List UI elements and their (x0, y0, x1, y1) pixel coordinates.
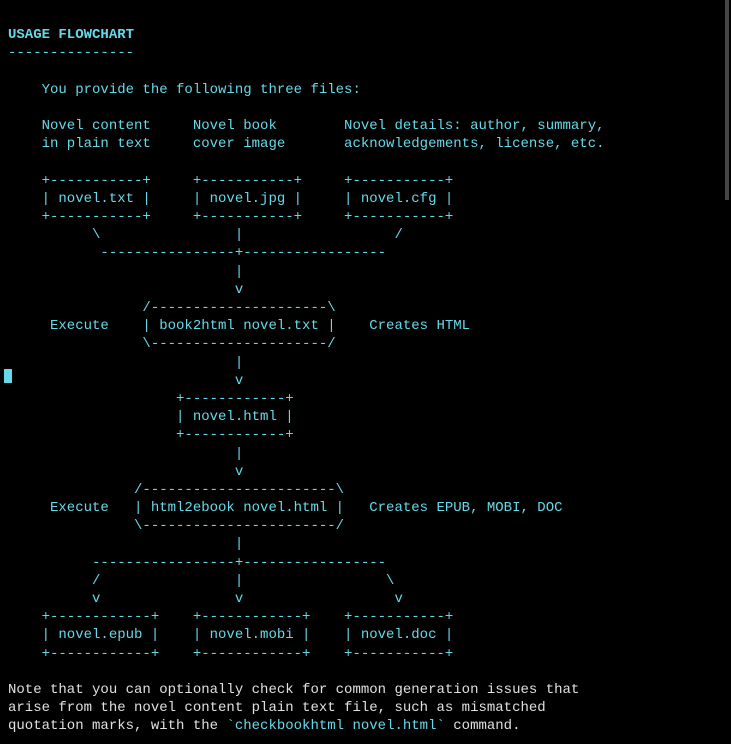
diagram-line: +-----------+ +-----------+ +-----------… (8, 209, 453, 225)
diagram-line: | (8, 264, 243, 280)
diagram-line: | (8, 536, 243, 552)
scrollbar-thumb[interactable] (725, 0, 729, 200)
inline-code-command: `checkbookhtml novel.html` (226, 718, 444, 734)
diagram-line: | (8, 446, 243, 462)
diagram-line: \ | / (8, 227, 403, 243)
diagram-line: -----------------+----------------- (8, 555, 386, 571)
diagram-line: v v v (8, 591, 403, 607)
diagram-line: +------------+ +------------+ +---------… (8, 609, 453, 625)
document-content: USAGE FLOWCHART --------------- You prov… (0, 0, 731, 744)
diagram-line: /-----------------------\ (8, 482, 344, 498)
scrollbar[interactable] (723, 0, 731, 722)
diagram-line: v (8, 464, 243, 480)
section-title: USAGE FLOWCHART (8, 27, 134, 43)
diagram-line: /---------------------\ (8, 300, 336, 316)
title-underline: --------------- (8, 45, 134, 61)
diagram-line: \---------------------/ (8, 336, 336, 352)
diagram-line: ----------------+----------------- (8, 245, 386, 261)
note-line-2: arise from the novel content plain text … (8, 700, 546, 716)
diagram-line: / | \ (8, 573, 394, 589)
desc-line-2: in plain text cover image acknowledgemen… (8, 136, 605, 152)
diagram-line: Execute | html2ebook novel.html | Create… (8, 500, 563, 516)
diagram-line: +------------+ +------------+ +---------… (8, 646, 453, 662)
note-line-3-suffix: command. (445, 718, 521, 734)
diagram-line: \-----------------------/ (8, 518, 344, 534)
diagram-line: v (8, 373, 243, 389)
diagram-line: +-----------+ +-----------+ +-----------… (8, 173, 453, 189)
diagram-line: +------------+ (8, 391, 294, 407)
note-line-1: Note that you can optionally check for c… (8, 682, 579, 698)
intro-text: You provide the following three files: (8, 82, 361, 98)
diagram-line: | (8, 355, 243, 371)
terminal-cursor (4, 369, 12, 383)
diagram-line: v (8, 282, 243, 298)
diagram-line: | novel.epub | | novel.mobi | | novel.do… (8, 627, 453, 643)
diagram-line: +------------+ (8, 427, 294, 443)
diagram-line: Execute | book2html novel.txt | Creates … (8, 318, 470, 334)
note-line-3-prefix: quotation marks, with the (8, 718, 226, 734)
diagram-line: | novel.html | (8, 409, 294, 425)
diagram-line: | novel.txt | | novel.jpg | | novel.cfg … (8, 191, 453, 207)
desc-line-1: Novel content Novel book Novel details: … (8, 118, 605, 134)
